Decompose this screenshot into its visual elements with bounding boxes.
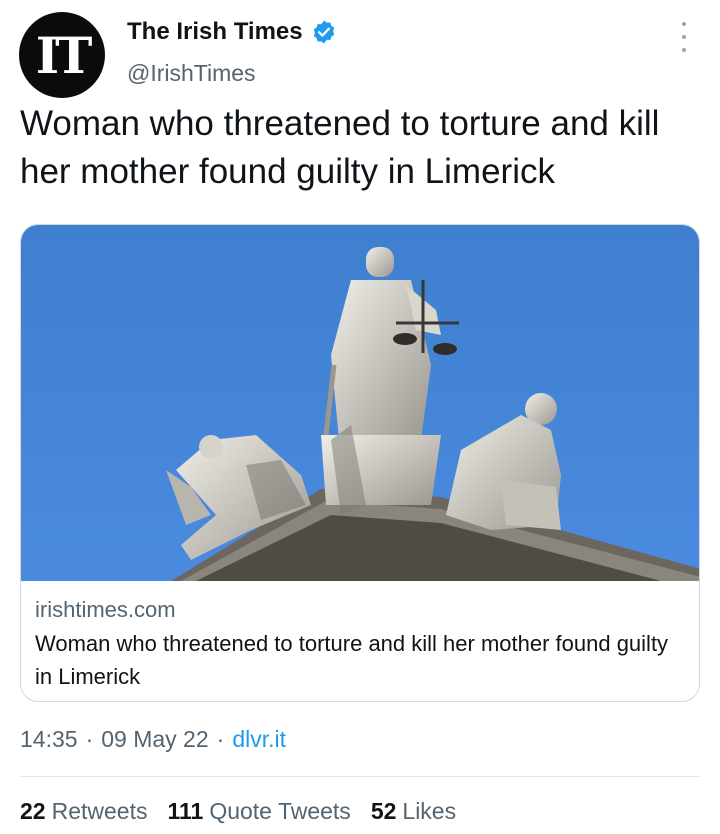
link-card[interactable]: irishtimes.com Woman who threatened to t… bbox=[20, 224, 700, 702]
retweets-stat[interactable]: 22 Retweets bbox=[20, 798, 147, 825]
tweet-date[interactable]: 09 May 22 bbox=[101, 726, 208, 753]
author-name-row: The Irish Times bbox=[127, 18, 337, 46]
card-domain: irishtimes.com bbox=[35, 597, 176, 622]
tweet-meta: 14:35 · 09 May 22 · dlvr.it bbox=[20, 726, 286, 753]
meta-separator: · bbox=[216, 726, 225, 752]
meta-separator: · bbox=[85, 726, 94, 752]
avatar-logo-text: IT bbox=[35, 25, 93, 85]
retweets-count: 22 bbox=[20, 798, 46, 824]
retweets-label: Retweets bbox=[51, 798, 148, 824]
handle[interactable]: @IrishTimes bbox=[127, 60, 256, 87]
verified-badge-icon bbox=[313, 20, 334, 44]
quote-tweets-stat[interactable]: 111 Quote Tweets bbox=[167, 798, 350, 825]
more-options-icon[interactable] bbox=[676, 22, 692, 52]
card-title: Woman who threatened to torture and kill… bbox=[35, 631, 669, 689]
divider bbox=[20, 776, 700, 777]
quote-tweets-label: Quote Tweets bbox=[209, 798, 351, 824]
likes-count: 52 bbox=[370, 798, 397, 824]
tweet-time[interactable]: 14:35 bbox=[20, 726, 78, 753]
display-name[interactable]: The Irish Times bbox=[127, 18, 303, 46]
tweet-text: Woman who threatened to torture and kill… bbox=[20, 104, 660, 191]
likes-label: Likes bbox=[402, 798, 457, 824]
engagement-stats: 22 Retweets 111 Quote Tweets 52 Likes bbox=[20, 798, 456, 825]
avatar[interactable]: IT bbox=[19, 12, 105, 98]
card-image[interactable] bbox=[21, 225, 700, 581]
likes-stat[interactable]: 52 Likes bbox=[371, 798, 456, 825]
tweet-source-link[interactable]: dlvr.it bbox=[232, 726, 286, 753]
quote-tweets-count: 111 bbox=[167, 798, 204, 824]
